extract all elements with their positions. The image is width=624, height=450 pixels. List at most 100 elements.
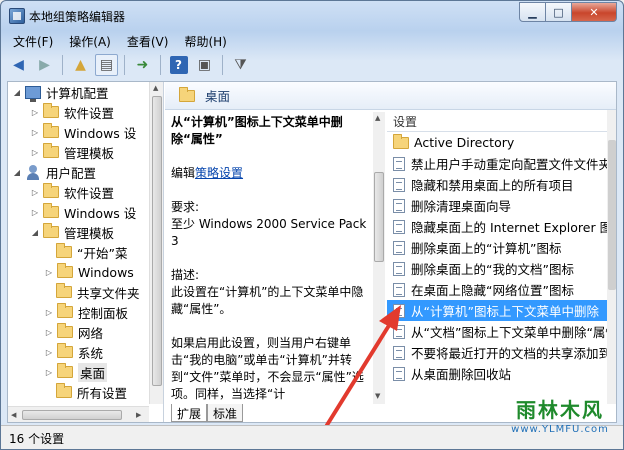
- list-item[interactable]: 隐藏和禁用桌面上的所有项目: [387, 174, 616, 195]
- expand-arrow-icon[interactable]: ▷: [30, 208, 40, 217]
- folder-icon: [43, 203, 59, 218]
- list-item[interactable]: Active Directory: [387, 132, 616, 153]
- scroll-up-icon[interactable]: ▲: [375, 114, 380, 122]
- tree-item-admin-templates[interactable]: ▷ 管理模板: [30, 142, 114, 162]
- list-item-selected[interactable]: 从“计算机”图标上下文菜单中删除: [387, 300, 616, 321]
- toolbar-divider: [62, 55, 63, 75]
- tree-horizontal-scrollbar[interactable]: ◀ ▶: [8, 406, 149, 422]
- list-item[interactable]: 禁止用户手动重定向配置文件文件夹: [387, 153, 616, 174]
- list-item[interactable]: 不要将最近打开的文档的共享添加到: [387, 342, 616, 363]
- app-window: 本地组策略编辑器 ▁ □ ✕ 文件(F) 操作(A) 查看(V) 帮助(H) ◀…: [0, 0, 624, 450]
- policy-icon: [393, 303, 405, 318]
- minimize-button[interactable]: ▁: [519, 2, 546, 22]
- tree-item-user-config[interactable]: ◢ 用户配置: [12, 162, 96, 182]
- tab-extended[interactable]: 扩展: [171, 404, 208, 422]
- folder-icon: [56, 243, 72, 258]
- tree-item-network[interactable]: ▷ 网络: [44, 322, 103, 342]
- title-bar: 本地组策略编辑器 ▁ □ ✕: [1, 1, 623, 31]
- scrollbar-thumb[interactable]: [608, 140, 616, 290]
- expand-arrow-icon[interactable]: ▷: [30, 108, 40, 117]
- group-policy-icon: [9, 8, 25, 24]
- tree-item-start-menu[interactable]: “开始”菜: [56, 242, 127, 262]
- policy-icon: [393, 198, 405, 213]
- column-header-setting[interactable]: 设置: [387, 110, 616, 132]
- policy-icon: [393, 282, 405, 297]
- edit-line: 编辑策略设置: [171, 166, 244, 180]
- tree-item-computer-config[interactable]: ◢ 计算机配置: [12, 82, 109, 102]
- expand-arrow-icon[interactable]: ▷: [44, 268, 54, 277]
- list-item[interactable]: 隐藏桌面上的 Internet Explorer 图标: [387, 216, 616, 237]
- scroll-up-icon[interactable]: ▲: [153, 84, 158, 92]
- menu-help[interactable]: 帮助(H): [176, 31, 234, 51]
- policy-icon: [393, 324, 405, 339]
- expand-arrow-icon[interactable]: ▷: [44, 308, 54, 317]
- menu-view[interactable]: 查看(V): [119, 31, 177, 51]
- folder-icon: [43, 103, 59, 118]
- toolbar-divider: [160, 55, 161, 75]
- back-arrow-icon[interactable]: ◀: [7, 54, 30, 76]
- list-item[interactable]: 从桌面删除回收站: [387, 363, 616, 384]
- tree-item-admin-templates[interactable]: ◢ 管理模板: [30, 222, 114, 242]
- collapse-arrow-icon[interactable]: ◢: [12, 88, 22, 97]
- forward-arrow-icon[interactable]: ▶: [33, 54, 56, 76]
- menu-bar: 文件(F) 操作(A) 查看(V) 帮助(H): [1, 31, 623, 51]
- tree-vertical-scrollbar[interactable]: ▲: [149, 82, 163, 404]
- scrollbar-thumb[interactable]: [22, 410, 122, 420]
- list-item[interactable]: 从“文档”图标上下文菜单中删除“属性”: [387, 321, 616, 342]
- settings-list: 设置 Active Directory 禁止用户手动重定向配置文件文件夹 隐藏和…: [387, 110, 616, 404]
- export-list-icon[interactable]: ➜: [131, 54, 154, 76]
- toolbar: ◀ ▶ ▲ ▤ ➜ ? ▣ ⧩: [1, 51, 623, 79]
- folder-icon: [57, 323, 73, 338]
- expand-arrow-icon[interactable]: ▷: [44, 348, 54, 357]
- menu-file[interactable]: 文件(F): [5, 31, 61, 51]
- tree-item-all-settings[interactable]: 所有设置: [56, 382, 127, 402]
- policy-icon: [393, 156, 405, 171]
- scroll-right-icon[interactable]: ▶: [136, 411, 141, 419]
- tree-item-software-settings[interactable]: ▷ 软件设置: [30, 182, 114, 202]
- filter-icon[interactable]: ⧩: [229, 54, 252, 76]
- up-folder-icon[interactable]: ▲: [69, 54, 92, 76]
- collapse-arrow-icon[interactable]: ◢: [30, 228, 40, 237]
- watermark-logo: 雨林木风 www.YLMFU.com: [511, 398, 609, 435]
- menu-action[interactable]: 操作(A): [61, 31, 119, 51]
- tab-standard[interactable]: 标准: [207, 404, 244, 422]
- expand-arrow-icon[interactable]: ▷: [30, 128, 40, 137]
- close-button[interactable]: ✕: [572, 2, 617, 22]
- edit-policy-link[interactable]: 策略设置: [195, 166, 243, 180]
- window-controls: ▁ □ ✕: [519, 2, 617, 22]
- show-tree-icon[interactable]: ▤: [95, 54, 118, 76]
- policy-icon: [393, 366, 405, 381]
- description-scrollbar[interactable]: ▲ ▼: [373, 112, 385, 404]
- tree-item-software-settings[interactable]: ▷ 软件设置: [30, 102, 114, 122]
- list-item[interactable]: 删除清理桌面向导: [387, 195, 616, 216]
- scroll-left-icon[interactable]: ◀: [11, 411, 16, 419]
- pane-header: 桌面: [165, 82, 616, 110]
- tree-item-windows-components[interactable]: ▷ Windows: [44, 262, 134, 282]
- expand-arrow-icon[interactable]: ▷: [30, 188, 40, 197]
- tree-item-windows-settings[interactable]: ▷ Windows 设: [30, 202, 136, 222]
- collapse-arrow-icon[interactable]: ◢: [12, 168, 22, 177]
- tree-item-control-panel[interactable]: ▷ 控制面板: [44, 302, 128, 322]
- list-item[interactable]: 删除桌面上的“我的文档”图标: [387, 258, 616, 279]
- maximize-button[interactable]: □: [546, 2, 572, 22]
- tree-item-system[interactable]: ▷ 系统: [44, 342, 103, 362]
- list-item[interactable]: 删除桌面上的“计算机”图标: [387, 237, 616, 258]
- list-item[interactable]: 在桌面上隐藏“网络位置”图标: [387, 279, 616, 300]
- expand-arrow-icon[interactable]: ▷: [44, 368, 54, 377]
- toolbar-divider: [124, 55, 125, 75]
- tree-item-windows-settings[interactable]: ▷ Windows 设: [30, 122, 136, 142]
- scrollbar-thumb[interactable]: [152, 96, 162, 386]
- folder-icon: [43, 183, 59, 198]
- expand-arrow-icon[interactable]: ▷: [44, 328, 54, 337]
- expand-arrow-icon[interactable]: ▷: [30, 148, 40, 157]
- policy-icon: [393, 261, 405, 276]
- properties-icon[interactable]: ▣: [193, 54, 216, 76]
- list-scrollbar[interactable]: [607, 110, 616, 404]
- scroll-down-icon[interactable]: ▼: [375, 392, 380, 400]
- scrollbar-thumb[interactable]: [374, 172, 384, 262]
- help-icon[interactable]: ?: [167, 54, 190, 76]
- tree-item-shared-folders[interactable]: 共享文件夹: [56, 282, 140, 302]
- tree-item-desktop[interactable]: ▷ 桌面: [44, 362, 108, 382]
- folder-icon: [43, 123, 59, 138]
- policy-icon: [393, 345, 405, 360]
